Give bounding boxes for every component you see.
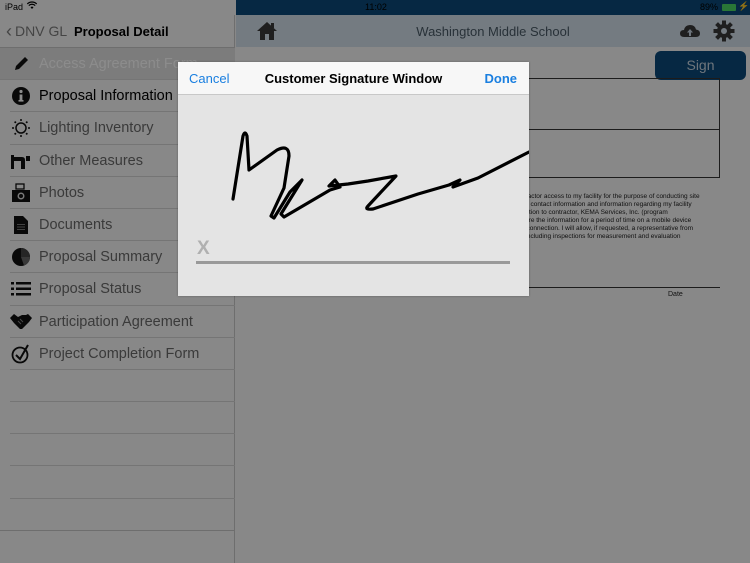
signature-stroke (231, 131, 529, 220)
modal-header: Cancel Customer Signature Window Done (178, 62, 529, 95)
signature-canvas[interactable]: X (178, 96, 529, 296)
modal-title: Customer Signature Window (264, 71, 443, 86)
done-button[interactable]: Done (485, 71, 518, 86)
signature-modal: Cancel Customer Signature Window Done X (178, 62, 529, 296)
